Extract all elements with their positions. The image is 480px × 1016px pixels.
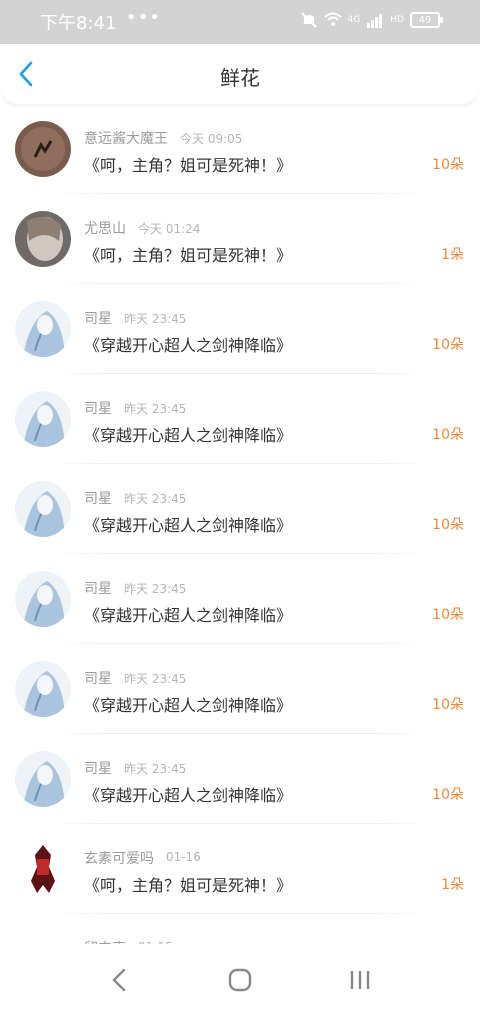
avatar[interactable] — [15, 841, 71, 897]
list-item[interactable]: 玄素可爱吗 01-16 《呵，主角？姐可是死神！》 1朵 — [0, 824, 480, 914]
user-name: 尤思山 — [84, 221, 126, 237]
user-name: 司星 — [84, 491, 112, 507]
flower-count: 10朵 — [432, 607, 464, 623]
book-title: 《穿越开心超人之剑神降临》 — [84, 606, 293, 625]
user-name: 司星 — [84, 311, 112, 327]
book-title: 《穿越开心超人之剑神降临》 — [84, 786, 293, 805]
list-item[interactable]: 司星 昨天 23:45 《穿越开心超人之剑神降临》 10朵 — [0, 734, 480, 824]
list-item[interactable]: 司星 昨天 23:45 《穿越开心超人之剑神降临》 10朵 — [0, 644, 480, 734]
flower-count: 10朵 — [432, 337, 464, 353]
avatar[interactable] — [15, 301, 71, 357]
timestamp: 01-16 — [166, 850, 201, 864]
nav-recents-button[interactable] — [340, 964, 380, 996]
flower-count: 10朵 — [432, 517, 464, 533]
list-item[interactable]: 司星 昨天 23:45 《穿越开心超人之剑神降临》 10朵 — [0, 374, 480, 464]
user-name: 司星 — [84, 581, 112, 597]
book-title: 《呵，主角？姐可是死神！》 — [84, 156, 293, 175]
list-item[interactable]: 司星 昨天 23:45 《穿越开心超人之剑神降临》 10朵 — [0, 284, 480, 374]
timestamp: 今天 09:05 — [180, 132, 243, 146]
book-title: 《穿越开心超人之剑神降临》 — [84, 426, 293, 445]
battery-icon: 49 — [410, 12, 443, 28]
timestamp: 今天 01:24 — [138, 222, 201, 236]
flower-count: 10朵 — [432, 157, 464, 173]
timestamp: 昨天 23:45 — [124, 492, 187, 506]
book-title: 《穿越开心超人之剑神降临》 — [84, 336, 293, 355]
user-name: 司星 — [84, 401, 112, 417]
app-header: 鲜花 — [0, 44, 480, 104]
flower-count: 10朵 — [432, 787, 464, 803]
avatar[interactable] — [15, 121, 71, 177]
flower-list: 意远酱大魔王 今天 09:05 《呵，主角？姐可是死神！》 10朵 尤思山 今天 01:2… — [0, 104, 480, 944]
book-title: 《穿越开心超人之剑神降临》 — [84, 696, 293, 715]
flower-count: 1朵 — [441, 247, 464, 263]
battery-level: 49 — [418, 14, 432, 26]
timestamp: 昨天 23:45 — [124, 762, 187, 776]
avatar[interactable] — [15, 661, 71, 717]
list-item[interactable]: 意远酱大魔王 今天 09:05 《呵，主角？姐可是死神！》 10朵 — [0, 104, 480, 194]
avatar[interactable] — [15, 211, 71, 267]
timestamp: 昨天 23:45 — [124, 582, 187, 596]
book-title: 《呵，主角？姐可是死神！》 — [84, 876, 293, 895]
user-name: 司星 — [84, 761, 112, 777]
hd-label: HD — [390, 15, 404, 25]
book-title: 《呵，主角？姐可是死神！》 — [84, 246, 293, 265]
page-title: 鲜花 — [220, 66, 260, 90]
flower-count: 1朵 — [441, 877, 464, 893]
list-item[interactable]: 司星 昨天 23:45 《穿越开心超人之剑神降临》 10朵 — [0, 554, 480, 644]
status-bar: 下午8:41 ••• 4G HD 49 — [0, 0, 480, 44]
recents-nav-icon — [350, 971, 370, 989]
user-name: 司星 — [84, 671, 112, 687]
avatar[interactable] — [15, 571, 71, 627]
list-item[interactable]: 尤思山 今天 01:24 《呵，主角？姐可是死神！》 1朵 — [0, 194, 480, 284]
timestamp: 昨天 23:45 — [124, 312, 187, 326]
nav-back-button[interactable] — [100, 964, 140, 996]
status-time: 下午8:41 — [40, 13, 117, 34]
flower-count: 10朵 — [432, 427, 464, 443]
avatar[interactable] — [15, 481, 71, 537]
user-name: 意远酱大魔王 — [84, 131, 168, 147]
avatar[interactable] — [15, 751, 71, 807]
list-item[interactable]: 留宁声01-15 — [0, 914, 480, 944]
signal-icon — [367, 14, 383, 28]
network-label: 4G — [347, 15, 361, 25]
home-nav-icon — [228, 968, 252, 992]
timestamp: 昨天 23:45 — [124, 672, 187, 686]
list-item[interactable]: 司星 昨天 23:45 《穿越开心超人之剑神降临》 10朵 — [0, 464, 480, 554]
user-name: 玄素可爱吗 — [84, 851, 154, 867]
avatar[interactable] — [15, 931, 71, 944]
back-nav-icon — [112, 968, 126, 992]
flower-count: 10朵 — [432, 697, 464, 713]
mute-icon — [300, 12, 317, 28]
timestamp: 昨天 23:45 — [124, 402, 187, 416]
status-icons: 4G HD 49 — [300, 11, 443, 29]
system-nav-bar — [0, 944, 480, 1016]
nav-home-button[interactable] — [220, 964, 260, 996]
status-dots: ••• — [126, 7, 161, 28]
avatar[interactable] — [15, 391, 71, 447]
book-title: 《穿越开心超人之剑神降临》 — [84, 516, 293, 535]
wifi-icon — [323, 12, 342, 26]
